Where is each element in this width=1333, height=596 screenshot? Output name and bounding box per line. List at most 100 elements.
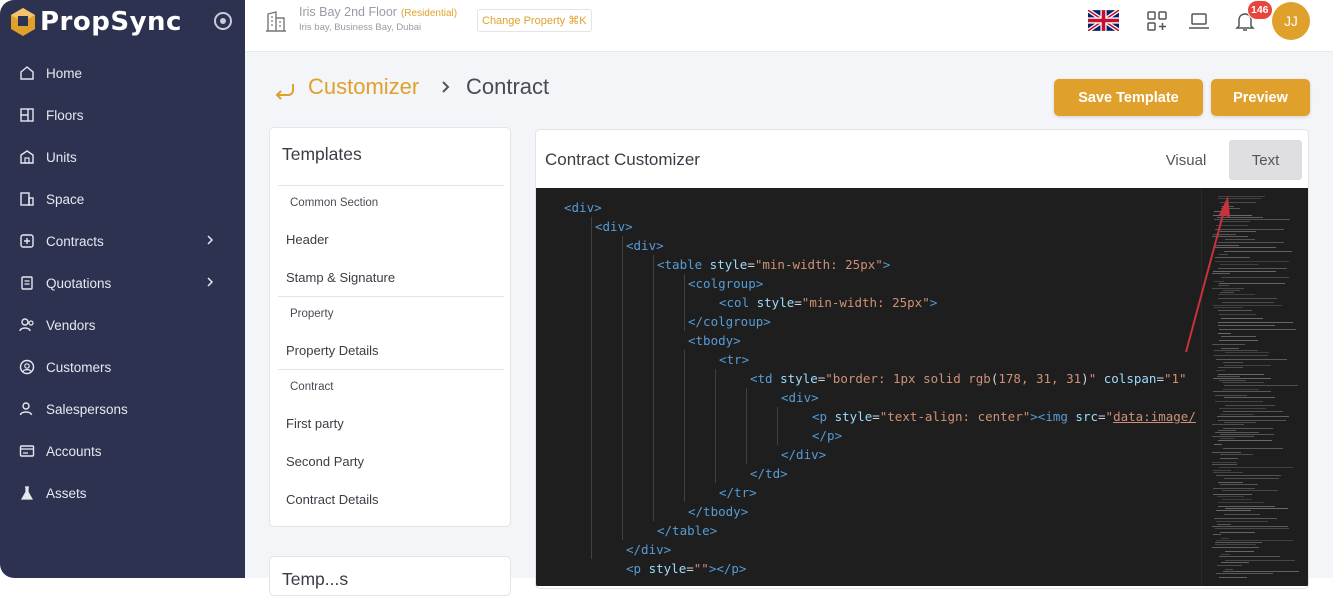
template-item-property-details[interactable]: Property Details [278, 331, 504, 369]
code-minimap[interactable] [1201, 188, 1308, 586]
minimap-line [1218, 440, 1272, 441]
preview-button[interactable]: Preview [1211, 79, 1310, 116]
minimap-line [1221, 206, 1234, 207]
laptop-icon[interactable] [1188, 10, 1210, 32]
sidebar-item-home[interactable]: Home [0, 52, 245, 94]
sidebar-item-label: Space [46, 191, 85, 207]
tab-visual[interactable]: Visual [1146, 140, 1226, 180]
minimap-line [1220, 264, 1258, 265]
minimap-line [1218, 333, 1231, 334]
code-line: </p> [812, 428, 843, 443]
home-icon [18, 64, 36, 82]
topbar: Iris Bay 2nd Floor (Residential) Iris bay… [245, 0, 1333, 52]
minimap-line [1223, 411, 1283, 412]
tab-text[interactable]: Text [1229, 140, 1302, 180]
minimap-line [1214, 350, 1258, 351]
templates-panel: Templates Common Section Header Stamp & … [269, 127, 511, 527]
minimap-line [1218, 506, 1275, 507]
minimap-line [1218, 502, 1264, 503]
template-item-stamp-signature[interactable]: Stamp & Signature [278, 258, 504, 296]
minimap-line [1219, 408, 1266, 409]
template-item-contract-details[interactable]: Contract Details [278, 480, 504, 518]
minimap-line [1221, 554, 1230, 555]
sidebar-item-floors[interactable]: Floors [0, 94, 245, 136]
sidebar-item-quotations[interactable]: Quotations [0, 262, 245, 304]
minimap-line [1220, 292, 1234, 293]
minimap-line [1216, 521, 1268, 522]
code-line: </tr> [719, 485, 757, 500]
indent-guide [715, 369, 716, 483]
minimap-line [1218, 430, 1236, 431]
save-template-button[interactable]: Save Template [1054, 79, 1203, 116]
property-address: Iris bay, Business Bay, Dubai [299, 22, 422, 33]
uk-flag-icon[interactable] [1088, 10, 1119, 31]
sidebar-item-label: Assets [46, 485, 87, 501]
minimap-line [1220, 532, 1255, 533]
minimap-line [1212, 462, 1237, 463]
template-item-header[interactable]: Header [278, 220, 504, 258]
sidebar-item-customers[interactable]: Customers [0, 346, 245, 388]
template-item-first-party[interactable]: First party [278, 404, 504, 442]
app-logo[interactable]: PropSync [10, 4, 182, 40]
minimap-line [1213, 472, 1243, 473]
app-name: PropSync [40, 7, 182, 37]
code-line: </div> [781, 447, 827, 462]
indent-guide [622, 236, 623, 540]
sidebar-collapse-button[interactable] [214, 12, 232, 30]
minimap-line [1221, 562, 1249, 563]
minimap-line [1225, 405, 1275, 406]
code-line: <div> [595, 219, 633, 234]
minimap-line [1225, 569, 1233, 570]
floors-icon [18, 106, 36, 124]
minimap-line [1214, 355, 1268, 356]
code-line: <colgroup> [688, 276, 764, 291]
minimap-line [1219, 314, 1256, 315]
minimap-line [1215, 247, 1276, 248]
minimap-line [1215, 261, 1289, 262]
minimap-line [1224, 478, 1279, 479]
change-property-button[interactable]: Change Property ⌘K [477, 9, 592, 32]
minimap-line [1217, 416, 1289, 417]
minimap-line [1217, 496, 1244, 497]
minimap-line [1221, 538, 1229, 539]
sidebar-item-salespersons[interactable]: Salespersons [0, 388, 245, 430]
minimap-line [1218, 322, 1293, 323]
vendors-icon [18, 316, 36, 334]
minimap-line [1212, 344, 1245, 345]
minimap-line [1224, 397, 1275, 398]
sidebar-item-units[interactable]: Units [0, 136, 245, 178]
avatar[interactable]: JJ [1272, 2, 1310, 40]
minimap-line [1218, 420, 1286, 421]
code-lines: <div> <div> <div> <table style="min-width: … [536, 188, 1201, 586]
minimap-line [1218, 298, 1277, 299]
sidebar-item-accounts[interactable]: Accounts [0, 430, 245, 472]
minimap-line [1217, 376, 1240, 377]
minimap-line [1223, 290, 1240, 291]
back-arrow-icon[interactable] [273, 80, 297, 100]
code-line: <p style=""></p> [626, 561, 747, 576]
minimap-line [1222, 302, 1274, 303]
contract-customizer-panel: Contract Customizer Visual Text <div> <di… [535, 129, 1309, 589]
indent-guide [777, 407, 778, 445]
minimap-line [1218, 285, 1229, 286]
template-item-second-party[interactable]: Second Party [278, 442, 504, 480]
code-line: </div> [626, 542, 672, 557]
minimap-line [1225, 560, 1295, 561]
sidebar-item-assets[interactable]: Assets [0, 472, 245, 514]
minimap-line [1221, 348, 1239, 349]
sidebar-item-label: Salespersons [46, 401, 128, 417]
minimap-line [1224, 514, 1260, 515]
apps-add-icon[interactable] [1146, 10, 1168, 32]
code-editor[interactable]: <div> <div> <div> <table style="min-width: … [536, 188, 1308, 586]
sidebar-item-space[interactable]: Space [0, 178, 245, 220]
minimap-line [1214, 281, 1224, 282]
sidebar-item-contracts[interactable]: Contracts [0, 220, 245, 262]
templates-title: Templates [282, 144, 362, 164]
breadcrumb-parent[interactable]: Customizer [308, 74, 419, 100]
indent-guide [653, 255, 654, 521]
minimap-line [1220, 202, 1256, 203]
sidebar-item-vendors[interactable]: Vendors [0, 304, 245, 346]
code-line: <tbody> [688, 333, 741, 348]
minimap-line [1217, 524, 1231, 525]
minimap-line [1218, 374, 1264, 375]
